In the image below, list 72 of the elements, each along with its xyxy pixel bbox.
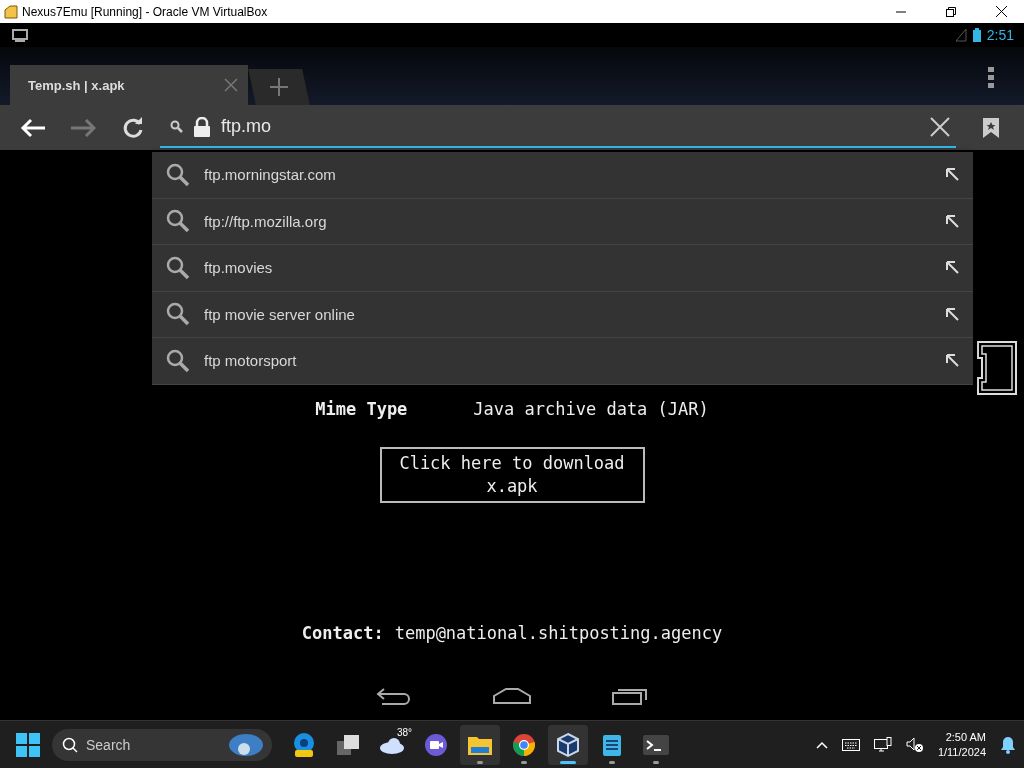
search-icon (166, 348, 190, 373)
cloud-icon (379, 735, 405, 754)
chevron-up-icon[interactable] (815, 740, 828, 749)
browser-tab[interactable]: Temp.sh | x.apk (10, 65, 248, 105)
bookmark-icon (983, 117, 999, 138)
close-icon (930, 116, 950, 137)
reload-icon (122, 116, 144, 139)
suggestion-text: ftp motorsport (204, 352, 298, 370)
page-frame-drawing (976, 340, 1018, 396)
close-icon (995, 6, 1007, 17)
arrow-icon (946, 214, 959, 228)
chrome-icon (512, 732, 536, 757)
back-arrow-icon (20, 117, 46, 138)
window-title: Nexus7Emu [Running] - Oracle VM VirtualBox (22, 4, 269, 19)
signal-icon (954, 28, 967, 42)
search-icon (166, 255, 190, 280)
status-time: 2:51 (986, 27, 1014, 43)
arrow-icon (946, 307, 959, 321)
clock-date: 1/11/2024 (937, 744, 986, 760)
windows-icon (336, 733, 360, 756)
network-icon[interactable] (873, 736, 892, 753)
suggestion-text: ftp movie server online (204, 305, 356, 323)
mime-type-label: Mime Type (315, 399, 408, 419)
windows-start-icon[interactable] (16, 732, 40, 757)
recent-apps-button[interactable] (612, 687, 648, 705)
temperature-text: 38° (396, 726, 412, 738)
plus-icon (270, 78, 288, 96)
screen-icon (12, 28, 28, 42)
app-icon (4, 4, 18, 19)
new-tab-button[interactable] (248, 69, 310, 105)
suggestion-text: ftp://ftp.mozilla.org (204, 212, 328, 230)
forward-arrow-icon (70, 117, 96, 138)
menu-icon (988, 67, 994, 89)
clock[interactable]: 2:50 AM 1/11/2024 (937, 729, 986, 760)
search-field[interactable]: Search (52, 728, 272, 761)
tab-title: Temp.sh | x.apk (28, 77, 125, 93)
suggestion-item[interactable]: ftp.morningstar.com (152, 152, 973, 199)
suggestion-text: ftp.movies (204, 259, 274, 277)
search-icon (166, 209, 190, 234)
search-icon (166, 302, 190, 327)
clock-time: 2:50 AM (945, 729, 986, 745)
bell-icon[interactable] (1000, 735, 1016, 754)
arrow-icon (946, 354, 959, 368)
video-chat-icon (424, 732, 448, 757)
cube-icon (556, 731, 580, 758)
back-button[interactable] (376, 687, 412, 705)
contact-email: temp@national.shitposting.agency (394, 623, 723, 643)
arrow-icon (946, 168, 959, 182)
close-icon (224, 78, 238, 92)
search-icon (166, 162, 190, 187)
restore-icon (946, 6, 956, 17)
mime-type-value: Java archive data (JAR) (473, 399, 709, 419)
suggestion-item[interactable]: ftp movie server online (152, 291, 973, 338)
lock-icon (193, 116, 211, 137)
taskbar-app[interactable] (548, 724, 588, 765)
search-icon (62, 736, 78, 753)
taskbar-app[interactable] (460, 724, 500, 765)
keyboard-icon[interactable] (841, 738, 860, 751)
muted-speaker-icon[interactable] (905, 736, 924, 753)
notepad-icon (602, 732, 622, 757)
home-button[interactable] (492, 687, 532, 705)
suggestion-item[interactable]: ftp motorsport (152, 338, 973, 385)
terminal-icon (643, 734, 669, 755)
contact-label: Contact: (301, 623, 384, 643)
arrow-icon (946, 261, 959, 275)
suggestion-text: ftp.morningstar.com (204, 166, 337, 184)
battery-icon (972, 28, 981, 42)
download-button[interactable]: Click here to download x.apk (379, 447, 645, 503)
search-icon (170, 120, 183, 133)
suggestion-item[interactable]: ftp.movies (152, 245, 973, 292)
taskbar-app[interactable]: 38° (372, 724, 412, 765)
suggestion-item[interactable]: ftp://ftp.mozilla.org (152, 198, 973, 245)
